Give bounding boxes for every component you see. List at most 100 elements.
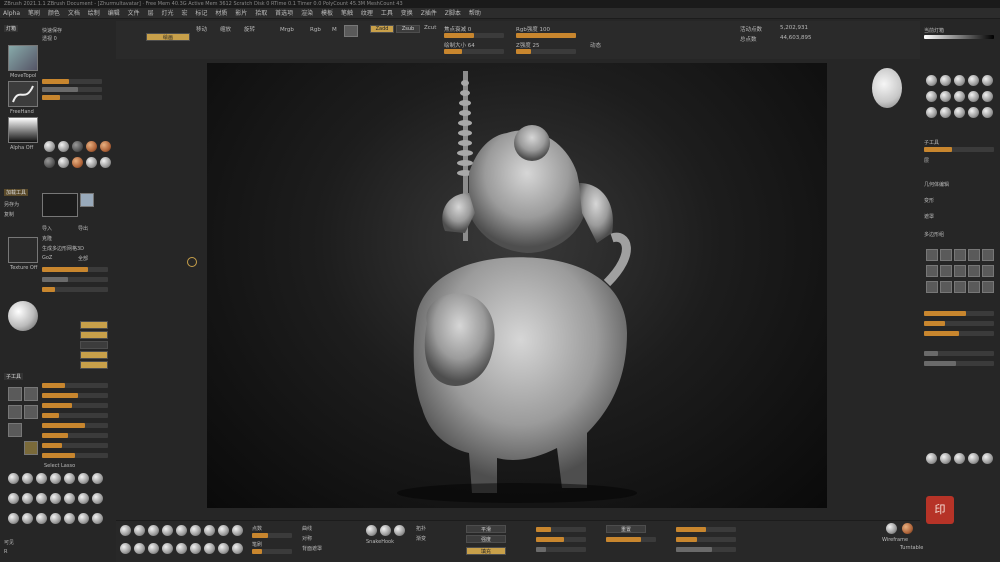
orange-button-4[interactable] <box>80 361 108 369</box>
bottom-label-4[interactable]: 对称 <box>302 535 312 542</box>
goz-all-button[interactable]: 全部 <box>78 255 88 262</box>
shelf-m[interactable]: M <box>332 27 337 33</box>
right-brush-2[interactable] <box>940 75 951 86</box>
right-brush-10[interactable] <box>982 91 993 102</box>
bottom-label-6[interactable]: 拓扑 <box>416 525 426 532</box>
polygroups-section[interactable]: 多边形组 <box>924 231 944 238</box>
bottom-brush-18[interactable] <box>232 543 243 554</box>
deformation-section[interactable]: 变形 <box>924 197 934 204</box>
material-ball-3[interactable] <box>72 141 83 152</box>
subtool-icon-6[interactable] <box>24 441 38 455</box>
zcut-button[interactable]: Zcut <box>424 25 436 31</box>
right-brush-4[interactable] <box>968 75 979 86</box>
brush-ball-4[interactable] <box>50 473 61 484</box>
bottom-brush-7[interactable] <box>204 525 215 536</box>
right-slider-5[interactable] <box>924 351 994 356</box>
bottom-brush-15[interactable] <box>190 543 201 554</box>
bottom-slider-6[interactable] <box>606 537 656 542</box>
right-brush-17[interactable] <box>940 453 951 464</box>
right-brush-15[interactable] <box>982 107 993 118</box>
right-tool-3[interactable] <box>954 249 966 261</box>
alpha-thumbnail[interactable] <box>8 117 38 143</box>
menu-item[interactable]: 变换 <box>398 8 416 19</box>
brush-ball-5[interactable] <box>64 473 75 484</box>
brush-ball-20[interactable] <box>78 513 89 524</box>
left-menu-item-1[interactable]: 可见 <box>4 539 14 546</box>
bottom-brush-3[interactable] <box>148 525 159 536</box>
left-slider-6[interactable] <box>42 287 108 292</box>
geometry-section[interactable]: 几何体编辑 <box>924 181 949 188</box>
goz-button[interactable]: GoZ <box>42 255 52 261</box>
subtool-icon-4[interactable] <box>24 405 38 419</box>
bottom-slider-1[interactable] <box>252 533 292 538</box>
brush-ball-11[interactable] <box>50 493 61 504</box>
bottom-brush-8[interactable] <box>218 525 229 536</box>
bottom-brush-17[interactable] <box>218 543 229 554</box>
tool-menu-header[interactable]: 加载工具 <box>4 189 29 196</box>
menu-item[interactable]: 编辑 <box>105 8 123 19</box>
bottom-brush-9[interactable] <box>232 525 243 536</box>
material-ball-4[interactable] <box>86 141 97 152</box>
menu-item[interactable]: 层 <box>145 8 157 19</box>
brush-ball-13[interactable] <box>78 493 89 504</box>
gray-button-1[interactable] <box>80 341 108 349</box>
left-menu-item-2[interactable]: R <box>4 549 7 555</box>
menu-item[interactable]: 渲染 <box>298 8 316 19</box>
menu-item[interactable]: 宏 <box>178 8 190 19</box>
bottom-brush-16[interactable] <box>204 543 215 554</box>
bottom-brush-6[interactable] <box>190 525 201 536</box>
bottom-slider-9[interactable] <box>676 547 736 552</box>
gradient-bar[interactable] <box>924 35 994 39</box>
bottom-label-3[interactable]: 曲线 <box>302 525 312 532</box>
sculptris-icon[interactable] <box>344 25 358 37</box>
bottom-brush-12[interactable] <box>148 543 159 554</box>
material-ball-8[interactable] <box>72 157 83 168</box>
copy-button[interactable]: 复制 <box>4 211 14 218</box>
menu-item[interactable]: 影片 <box>232 8 250 19</box>
menu-item[interactable]: Z脚本 <box>442 8 464 19</box>
left-slider-1[interactable] <box>42 79 102 84</box>
menu-item[interactable]: 模板 <box>318 8 336 19</box>
bottom-label-7[interactable]: 渐变 <box>416 535 426 542</box>
right-tool-7[interactable] <box>940 265 952 277</box>
right-brush-16[interactable] <box>926 453 937 464</box>
subtool-slider-8[interactable] <box>42 453 108 458</box>
z-intensity-slider[interactable] <box>516 49 576 54</box>
menu-item[interactable]: 笔刷 <box>25 8 43 19</box>
menu-item[interactable]: 文档 <box>65 8 83 19</box>
shelf-rotate[interactable]: 旋转 <box>244 25 255 33</box>
bottom-slider-8[interactable] <box>676 537 736 542</box>
bottom-brush-13[interactable] <box>162 543 173 554</box>
shelf-rgb[interactable]: Rgb <box>310 27 321 33</box>
export-button[interactable]: 导出 <box>78 225 88 232</box>
bottom-slider-5[interactable] <box>536 547 586 552</box>
right-brush-14[interactable] <box>968 107 979 118</box>
brush-ball-1[interactable] <box>8 473 19 484</box>
right-slider-6[interactable] <box>924 361 994 366</box>
right-slider-3[interactable] <box>924 321 994 326</box>
brush-ball-19[interactable] <box>64 513 75 524</box>
subtool-icon-2[interactable] <box>24 387 38 401</box>
subtool-header[interactable]: 子工具 <box>4 373 24 380</box>
right-tool-6[interactable] <box>926 265 938 277</box>
focal-shift-slider[interactable] <box>444 33 504 38</box>
rgb-intensity-slider[interactable] <box>516 33 576 38</box>
viewport-canvas[interactable] <box>207 63 827 508</box>
material-ball-6[interactable] <box>44 157 55 168</box>
left-slider-2[interactable] <box>42 87 102 92</box>
brush-ball-2[interactable] <box>22 473 33 484</box>
right-brush-3[interactable] <box>954 75 965 86</box>
right-tool-12[interactable] <box>940 281 952 293</box>
material-ball-2[interactable] <box>58 141 69 152</box>
subtool-slider-6[interactable] <box>42 433 108 438</box>
focus-ring-icon[interactable] <box>187 257 197 267</box>
turntable-toggle-icon[interactable] <box>902 523 913 534</box>
bottom-label-5[interactable]: 背面遮罩 <box>302 545 322 552</box>
right-slider-4[interactable] <box>924 331 994 336</box>
brush-ball-3[interactable] <box>36 473 47 484</box>
right-brush-1[interactable] <box>926 75 937 86</box>
bottom-button-1[interactable]: 平滑 <box>466 525 506 533</box>
orange-button-2[interactable] <box>80 331 108 339</box>
brush-thumbnail[interactable] <box>8 45 38 71</box>
right-brush-18[interactable] <box>954 453 965 464</box>
